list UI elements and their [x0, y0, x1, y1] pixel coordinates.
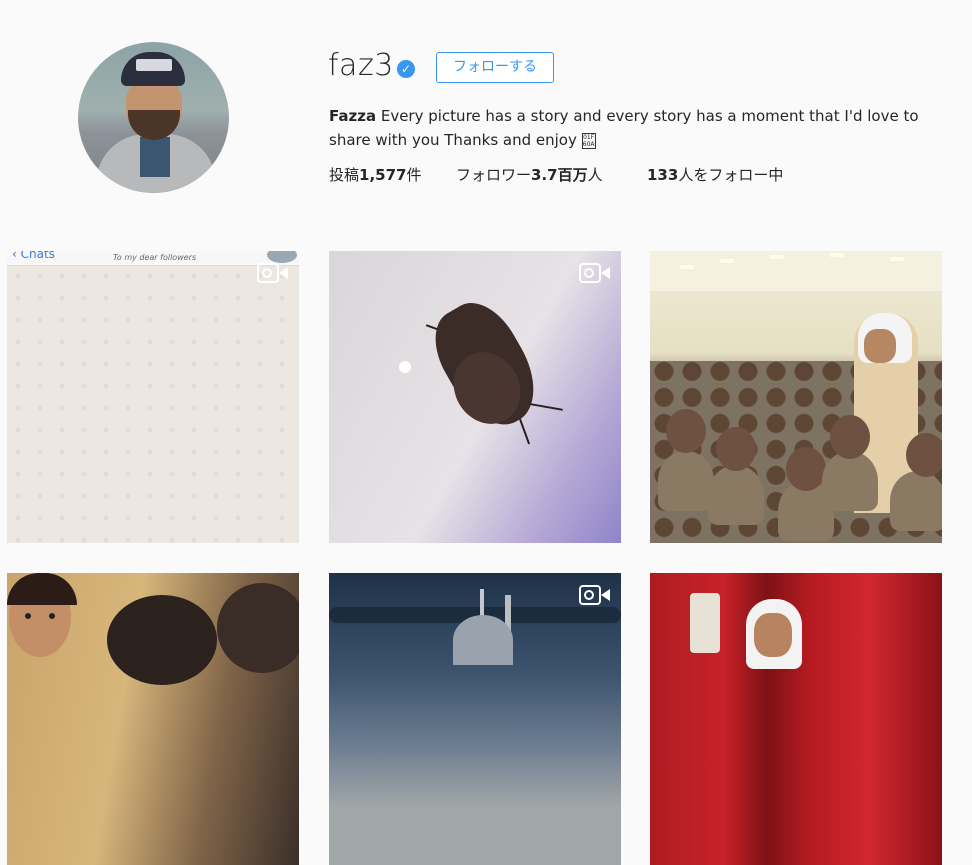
- seated-soldier-head: [666, 409, 706, 453]
- posts-value: 1,577: [359, 166, 407, 184]
- eye: [49, 613, 55, 619]
- seated-soldier: [658, 451, 714, 511]
- avatar-cap-badge: [136, 59, 172, 71]
- video-camera-icon: [579, 263, 611, 285]
- post-tile-1[interactable]: ‹ Chats To my dear followers: [7, 251, 299, 543]
- following-value: 133: [647, 166, 679, 184]
- standing-figure-face: [864, 329, 896, 363]
- chats-label: Chats: [20, 251, 55, 261]
- posts-suffix: 件: [406, 166, 422, 184]
- mosque-dome: [453, 615, 513, 665]
- seated-soldier: [890, 471, 942, 531]
- post-tile-6[interactable]: [650, 573, 942, 865]
- ceiling-light: [770, 255, 784, 259]
- video-camera-icon: [257, 263, 289, 285]
- followers-value: 3.7百万: [531, 166, 588, 184]
- background-object: [690, 593, 720, 653]
- seated-soldier-head: [786, 447, 826, 491]
- chat-wallpaper: [7, 265, 299, 543]
- seated-soldier: [822, 451, 878, 511]
- followers-suffix: 人: [587, 166, 603, 184]
- followers-count[interactable]: フォロワー3.7百万人: [456, 164, 603, 185]
- missing-emoji-glyph-icon: 01F 60A: [581, 132, 596, 149]
- chat-back-link: ‹ Chats: [12, 251, 55, 261]
- following-suffix: 人をフォロー中: [678, 166, 784, 184]
- ceiling-light: [890, 257, 904, 261]
- profile-username: faz3: [328, 48, 394, 83]
- profile-display-name: Fazza: [329, 107, 377, 125]
- light-reflection: [399, 361, 411, 373]
- chat-title: To my dear followers: [113, 253, 197, 262]
- profile-bio: Fazza Every picture has a story and ever…: [329, 104, 949, 152]
- eye: [25, 613, 31, 619]
- avatar-collar: [140, 137, 170, 177]
- posts-prefix: 投稿: [329, 166, 360, 184]
- posts-count: 投稿1,577件: [329, 164, 421, 185]
- ceiling-light: [830, 253, 844, 257]
- seated-soldier-head: [906, 433, 942, 477]
- post-tile-4[interactable]: [7, 573, 299, 865]
- beetle-leg: [517, 415, 531, 445]
- person-head: [107, 595, 217, 685]
- person-head: [217, 583, 299, 673]
- followers-prefix: フォロワー: [456, 166, 532, 184]
- seated-soldier-head: [716, 427, 756, 471]
- profile-bio-text: Every picture has a story and every stor…: [329, 107, 919, 149]
- post-tile-3[interactable]: [650, 251, 942, 543]
- dome-spire: [480, 589, 484, 617]
- following-count[interactable]: 133人をフォロー中: [647, 164, 783, 185]
- post-tile-5[interactable]: [329, 573, 621, 865]
- post-tile-2[interactable]: [329, 251, 621, 543]
- ceiling-light: [680, 265, 694, 269]
- video-camera-icon: [579, 585, 611, 607]
- seated-soldier: [708, 465, 764, 525]
- child-hair: [7, 573, 77, 605]
- ceiling-light: [720, 259, 734, 263]
- profile-avatar[interactable]: [78, 42, 229, 193]
- verified-badge-icon: ✓: [397, 60, 415, 78]
- man-face: [754, 613, 792, 657]
- seated-soldier-head: [830, 415, 870, 459]
- follow-button[interactable]: フォローする: [436, 52, 554, 83]
